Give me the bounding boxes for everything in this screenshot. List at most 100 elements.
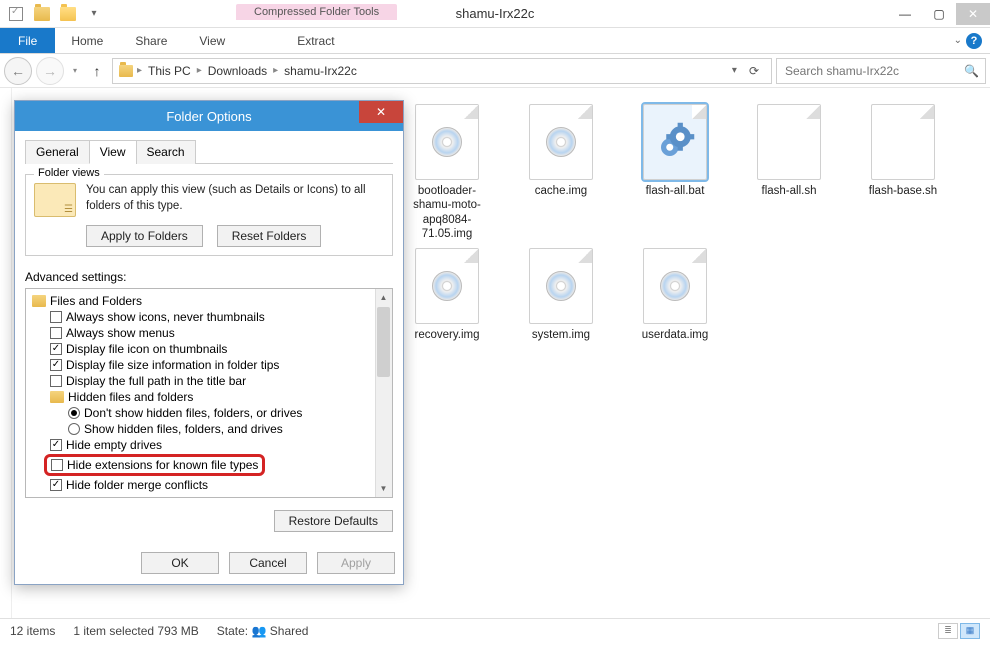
file-item[interactable]: flash-all.sh <box>742 104 836 242</box>
tab-search[interactable]: Search <box>136 140 196 164</box>
folder-views-legend: Folder views <box>34 167 104 179</box>
disc-image-icon <box>432 127 462 157</box>
option-dont-show-hidden: Don't show hidden files, folders, or dri… <box>84 406 302 420</box>
chevron-right-icon[interactable]: ▸ <box>273 65 278 76</box>
ribbon-tab-view[interactable]: View <box>183 28 241 53</box>
option-show-hidden: Show hidden files, folders, and drives <box>84 422 283 436</box>
window-title: shamu-Irx22c <box>456 6 535 21</box>
option-file-size-tips: Display file size information in folder … <box>66 358 279 372</box>
file-name: flash-all.sh <box>762 184 817 198</box>
file-item[interactable]: bootloader-shamu-moto-apq8084-71.05.img <box>400 104 494 242</box>
qat-customize[interactable]: ▾ <box>82 4 106 24</box>
highlighted-option: Hide extensions for known file types <box>44 454 265 476</box>
checkbox-checked[interactable] <box>50 439 62 451</box>
checkbox-checked[interactable] <box>50 359 62 371</box>
disc-image-icon <box>546 271 576 301</box>
apply-button[interactable]: Apply <box>317 552 395 574</box>
radio-selected[interactable] <box>68 407 80 419</box>
chevron-right-icon[interactable]: ▸ <box>137 65 142 76</box>
dialog-title: Folder Options <box>166 109 251 124</box>
file-item[interactable]: userdata.img <box>628 248 722 342</box>
ribbon-minimize-icon[interactable]: ⌄ <box>954 35 962 46</box>
advanced-settings-label: Advanced settings: <box>25 270 393 284</box>
checkbox[interactable] <box>50 327 62 339</box>
file-item[interactable]: cache.img <box>514 104 608 242</box>
address-bar[interactable]: ▸ This PC ▸ Downloads ▸ shamu-Irx22c ▾ ⟳ <box>112 58 772 84</box>
back-button[interactable]: ← <box>4 57 32 85</box>
disc-image-icon <box>660 271 690 301</box>
tree-group-hidden: Hidden files and folders <box>68 390 193 404</box>
maximize-button[interactable]: ▢ <box>922 3 956 25</box>
close-button[interactable]: ✕ <box>956 3 990 25</box>
ribbon-tab-home[interactable]: Home <box>55 28 119 53</box>
folder-icon <box>32 295 46 307</box>
address-history-icon[interactable]: ▾ <box>732 65 737 76</box>
restore-defaults-button[interactable]: Restore Defaults <box>274 510 393 532</box>
search-input[interactable] <box>783 63 964 79</box>
history-dropdown-icon[interactable]: ▾ <box>68 66 82 75</box>
status-selection: 1 item selected 793 MB <box>73 624 198 638</box>
share-icon: 👥 <box>251 624 266 638</box>
checkbox-checked[interactable] <box>50 479 62 491</box>
checkbox[interactable] <box>50 311 62 323</box>
file-item-selected[interactable]: flash-all.bat <box>628 104 722 242</box>
batch-file-icon <box>654 121 696 163</box>
option-always-icons: Always show icons, never thumbnails <box>66 310 265 324</box>
help-icon[interactable]: ? <box>966 33 982 49</box>
file-grid: bootloader-shamu-moto-apq8084-71.05.img … <box>400 104 980 342</box>
file-item[interactable]: flash-base.sh <box>856 104 950 242</box>
qat-new-folder[interactable] <box>56 4 80 24</box>
advanced-settings-list[interactable]: Files and Folders Always show icons, nev… <box>25 288 393 498</box>
tab-general[interactable]: General <box>25 140 90 164</box>
up-button[interactable]: ↑ <box>86 63 108 79</box>
ok-button[interactable]: OK <box>141 552 219 574</box>
file-name: flash-base.sh <box>869 184 937 198</box>
status-item-count: 12 items <box>10 624 55 638</box>
cancel-button[interactable]: Cancel <box>229 552 307 574</box>
folder-views-icon <box>34 183 76 217</box>
crumb-downloads[interactable]: Downloads <box>204 64 271 78</box>
file-item[interactable]: system.img <box>514 248 608 342</box>
scroll-up-icon[interactable]: ▲ <box>375 289 392 306</box>
checkbox-checked[interactable] <box>50 343 62 355</box>
refresh-icon[interactable]: ⟳ <box>743 64 765 78</box>
ribbon-tab-extract[interactable]: Extract <box>281 28 350 53</box>
option-full-path-titlebar: Display the full path in the title bar <box>66 374 246 388</box>
minimize-button[interactable]: — <box>888 3 922 25</box>
scroll-thumb[interactable] <box>377 307 390 377</box>
scroll-down-icon[interactable]: ▼ <box>375 480 392 497</box>
folder-icon <box>50 391 64 403</box>
file-name: system.img <box>532 328 590 342</box>
radio[interactable] <box>68 423 80 435</box>
option-hide-extensions: Hide extensions for known file types <box>67 458 258 472</box>
file-name: bootloader-shamu-moto-apq8084-71.05.img <box>400 184 494 242</box>
tab-view[interactable]: View <box>89 140 137 164</box>
file-name: cache.img <box>535 184 587 198</box>
checkbox[interactable] <box>51 459 63 471</box>
ribbon-tab-file[interactable]: File <box>0 28 55 53</box>
ribbon-tab-share[interactable]: Share <box>119 28 183 53</box>
folder-options-dialog: Folder Options ✕ General View Search Fol… <box>14 100 404 585</box>
folder-icon <box>119 65 133 77</box>
dialog-close-button[interactable]: ✕ <box>359 101 403 123</box>
crumb-current[interactable]: shamu-Irx22c <box>280 64 361 78</box>
apply-to-folders-button[interactable]: Apply to Folders <box>86 225 203 247</box>
file-item[interactable]: recovery.img <box>400 248 494 342</box>
file-name: userdata.img <box>642 328 708 342</box>
checkbox[interactable] <box>50 375 62 387</box>
icons-view-button[interactable]: ▦ <box>960 623 980 639</box>
qat-open-folder[interactable] <box>30 4 54 24</box>
qat-properties[interactable] <box>4 4 28 24</box>
forward-button[interactable]: → <box>36 57 64 85</box>
crumb-root[interactable]: This PC <box>144 64 195 78</box>
chevron-right-icon[interactable]: ▸ <box>197 65 202 76</box>
option-file-icon-thumbs: Display file icon on thumbnails <box>66 342 227 356</box>
option-hide-merge-conflicts: Hide folder merge conflicts <box>66 478 208 492</box>
option-always-menus: Always show menus <box>66 326 175 340</box>
details-view-button[interactable]: ≣ <box>938 623 958 639</box>
reset-folders-button[interactable]: Reset Folders <box>217 225 322 247</box>
disc-image-icon <box>546 127 576 157</box>
search-box[interactable]: 🔍 <box>776 58 986 84</box>
scrollbar[interactable]: ▲ ▼ <box>375 289 392 497</box>
status-state-label: State: <box>217 624 248 638</box>
